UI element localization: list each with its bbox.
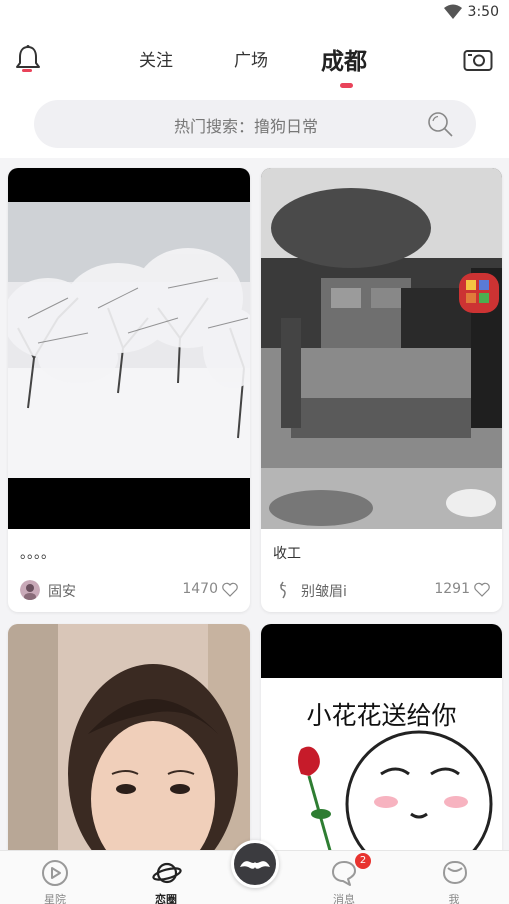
post-meta: 固安 1470 bbox=[20, 578, 238, 602]
post-caption: 收工 bbox=[273, 546, 301, 562]
post-caption: 。。。。 bbox=[20, 546, 55, 562]
username[interactable]: 别皱眉i bbox=[301, 581, 347, 601]
nav-item-lianquan[interactable]: 恋圈 bbox=[136, 857, 196, 904]
nav-label: 消息 bbox=[333, 893, 355, 904]
play-circle-icon bbox=[42, 860, 68, 886]
active-tab-indicator bbox=[340, 83, 353, 88]
app-screen: 3:50 关注 广场 成都 热门搜索：撸狗日常 。。。。 固安 1470 收工 … bbox=[0, 0, 509, 904]
feed-card[interactable] bbox=[8, 624, 250, 864]
tab-follow[interactable]: 关注 bbox=[139, 46, 173, 71]
tab-city[interactable]: 成都 bbox=[321, 42, 367, 76]
avatar[interactable] bbox=[20, 580, 40, 600]
post-image-woman-selfie bbox=[8, 624, 250, 864]
username[interactable]: 固安 bbox=[48, 581, 76, 601]
chat-bubble-icon bbox=[332, 861, 356, 886]
post-meta: 别皱眉i 1291 bbox=[273, 578, 490, 602]
meme-text: 小花花送给你 bbox=[306, 701, 457, 730]
feed-card[interactable]: 。。。。 固安 1470 bbox=[8, 168, 250, 612]
heart-icon[interactable] bbox=[474, 582, 490, 597]
header-tabs: 关注 广场 成都 bbox=[0, 28, 509, 100]
nav-item-me[interactable]: 我 bbox=[424, 857, 484, 904]
center-action-button[interactable] bbox=[231, 840, 279, 888]
unread-badge: 2 bbox=[355, 853, 371, 869]
like-count: 1291 bbox=[434, 581, 470, 597]
wifi-icon bbox=[443, 4, 462, 19]
clock: 3:50 bbox=[467, 4, 499, 20]
like-count: 1470 bbox=[182, 581, 218, 597]
post-image-meme-flower: 小花花送给你 bbox=[261, 624, 502, 864]
nav-label: 恋圈 bbox=[155, 893, 177, 904]
post-image-film-crew-restaurant bbox=[261, 168, 502, 529]
search-placeholder: 热门搜索：撸狗日常 bbox=[174, 117, 319, 136]
nav-label: 我 bbox=[448, 893, 460, 904]
pixelated-face-sticker bbox=[459, 273, 499, 313]
top-header: 关注 广场 成都 bbox=[0, 28, 509, 100]
search-bar[interactable]: 热门搜索：撸狗日常 bbox=[34, 100, 476, 148]
nav-label: 星院 bbox=[44, 893, 66, 904]
tab-square[interactable]: 广场 bbox=[234, 46, 268, 71]
nav-item-xingyuan[interactable]: 星院 bbox=[25, 857, 85, 904]
avatar[interactable] bbox=[273, 580, 293, 600]
feed-card[interactable]: 收工 别皱眉i 1291 bbox=[261, 168, 502, 612]
search-icon[interactable] bbox=[426, 110, 454, 138]
status-bar: 3:50 bbox=[0, 0, 509, 28]
planet-icon bbox=[152, 862, 182, 884]
mustache-icon bbox=[240, 861, 270, 869]
profile-icon bbox=[442, 860, 468, 885]
camera-icon[interactable] bbox=[463, 46, 493, 72]
feed-card[interactable]: 小花花送给你 bbox=[261, 624, 502, 864]
heart-icon[interactable] bbox=[222, 582, 238, 597]
search-section: 热门搜索：撸狗日常 bbox=[0, 100, 509, 158]
post-image-snowy-trees bbox=[8, 168, 250, 529]
